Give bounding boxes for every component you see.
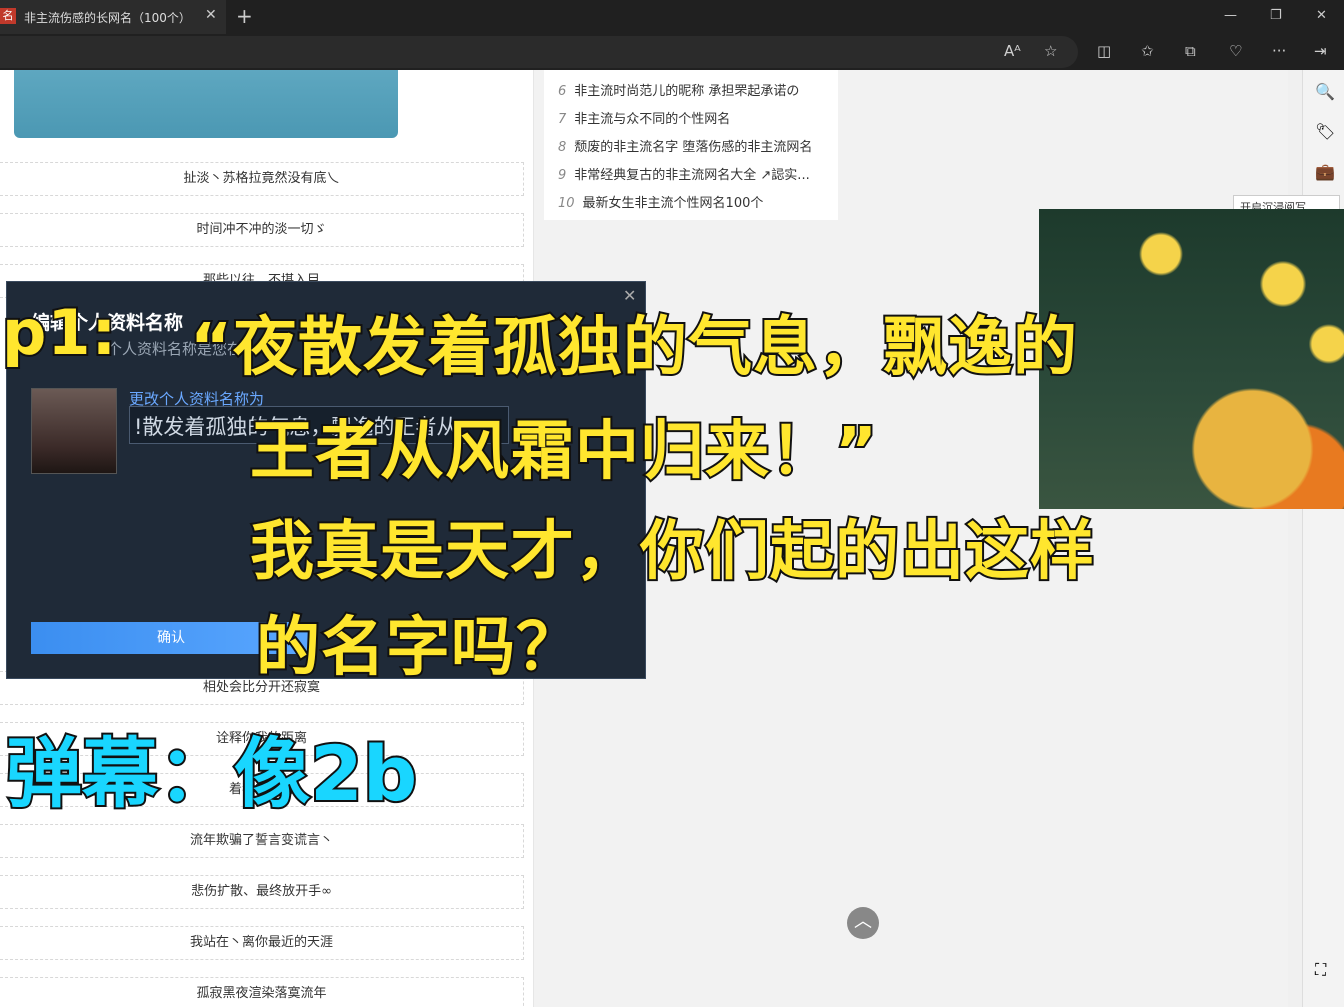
- new-tab-button[interactable]: +: [236, 4, 253, 28]
- caption-line-3: 我真是天才，你们起的出这样: [248, 513, 1096, 591]
- list-item[interactable]: 孤寂黑夜渲染落寞流年: [0, 977, 524, 1007]
- related-item[interactable]: 10 最新女生非主流个性网名100个: [558, 192, 763, 211]
- related-item[interactable]: 8 颓废的非主流名字 堕落伤感的非主流网名: [558, 136, 812, 155]
- close-window-icon[interactable]: ✕: [1316, 8, 1327, 23]
- list-item[interactable]: 时间冲不冲的淡一切ゞ: [0, 213, 524, 247]
- danmaku-caption: 弹幕：像2b: [4, 727, 419, 820]
- list-item[interactable]: 悲伤扩散、最终放开手∞: [0, 875, 524, 909]
- header-image: [14, 70, 398, 138]
- tab-bar: 名 非主流伤感的长网名（100个） ✕ + — ❐ ✕: [0, 0, 1344, 34]
- screenshot-icon[interactable]: ⛶: [1315, 960, 1326, 980]
- health-icon[interactable]: ♡: [1229, 42, 1242, 60]
- browser-toolbar: Aᴬ ☆ ◫ ✩ ⧉ ♡ ··· ⇥: [0, 34, 1344, 70]
- split-screen-icon[interactable]: ◫: [1097, 42, 1111, 60]
- anime-character-image: [1039, 209, 1344, 509]
- related-item[interactable]: 7 非主流与众不同的个性网名: [558, 108, 730, 127]
- list-item[interactable]: 扯淡丶苏格拉竟然没有底乀: [0, 162, 524, 196]
- restore-icon[interactable]: ❐: [1270, 8, 1282, 23]
- list-item[interactable]: 我站在丶离你最近的天涯: [0, 926, 524, 960]
- more-icon[interactable]: ···: [1272, 42, 1286, 60]
- caption-line-1: “夜散发着孤独的气息，飘逸的: [188, 309, 1079, 387]
- tag-icon[interactable]: 🏷: [1315, 122, 1335, 141]
- sidebar-toggle-icon[interactable]: ⇥: [1314, 42, 1327, 60]
- collections-icon[interactable]: ⧉: [1185, 42, 1196, 60]
- favicon-icon: 名: [0, 8, 16, 24]
- back-to-top-button[interactable]: ︿: [847, 907, 879, 939]
- favorites-icon[interactable]: ✩: [1141, 42, 1154, 60]
- briefcase-icon[interactable]: 💼: [1315, 162, 1335, 181]
- address-bar[interactable]: [0, 36, 1078, 68]
- favorite-star-icon[interactable]: ☆: [1044, 42, 1057, 60]
- related-item[interactable]: 9 非常经典复古的非主流网名大全 ↗誋实...: [558, 164, 810, 183]
- tab-active[interactable]: 名 非主流伤感的长网名（100个） ✕: [0, 0, 226, 34]
- caption-prefix: p1:: [0, 294, 118, 371]
- minimize-icon[interactable]: —: [1224, 8, 1237, 23]
- caption-line-4: 的名字吗？: [254, 609, 582, 687]
- tab-close-icon[interactable]: ✕: [205, 7, 217, 23]
- read-aloud-icon[interactable]: Aᴬ: [1004, 42, 1021, 60]
- search-icon[interactable]: 🔍: [1315, 82, 1335, 101]
- tab-title: 非主流伤感的长网名（100个）: [24, 11, 191, 25]
- related-item[interactable]: 6 非主流时尚范儿的昵称 承担罘起承诺の: [558, 80, 799, 99]
- list-item[interactable]: 流年欺骗了誓言变谎言丶: [0, 824, 524, 858]
- related-list: 6 非主流时尚范儿的昵称 承担罘起承诺の 7 非主流与众不同的个性网名 8 颓废的非主…: [544, 70, 838, 220]
- avatar: [31, 388, 117, 474]
- caption-line-2: 王者从风霜中归来！”: [248, 413, 879, 491]
